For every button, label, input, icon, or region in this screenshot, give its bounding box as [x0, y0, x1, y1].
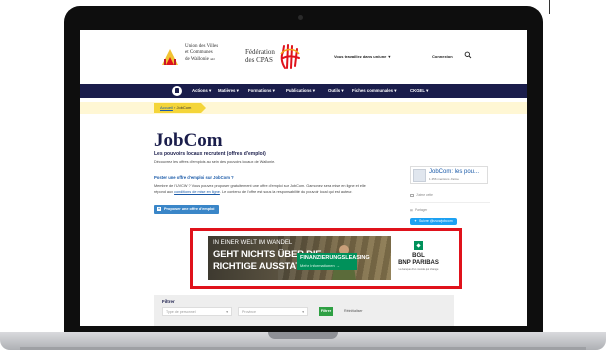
filter-panel: Filtrer Type de personnel ▾ Province ▾ Fil…: [154, 295, 454, 326]
home-icon[interactable]: [172, 86, 182, 96]
facebook-page-widget[interactable]: JobCom: les pou... 1 456 mentions J'aime: [410, 166, 488, 184]
facebook-share-label: Partager: [415, 208, 428, 212]
body-text-line: répond aux conditions de mise en ligne. …: [154, 190, 352, 194]
body-text-fragment: répond aux: [154, 190, 175, 194]
post-offer-button-label: Proposer une offre d'emploi: [164, 207, 215, 211]
nav-item-fiches-communales[interactable]: Fiches communales ▾: [352, 88, 396, 94]
facebook-page-name[interactable]: JobCom: les pou...: [429, 169, 479, 175]
body-text-fragment: . Le contenu de l'offre est sous la resp…: [219, 190, 353, 194]
advertisement-banner[interactable]: IN EINER WELT IM WANDEL GEHT NICHTS ÜBER…: [208, 236, 446, 280]
laptop-screen: Union des Villes et Communes de Wallonie…: [80, 30, 527, 326]
nav-item-label: Outils: [328, 88, 341, 93]
twitter-follow-label: Suivre @uvcwjobcom: [418, 219, 453, 223]
fed-cpas-logo-text[interactable]: Fédération des CPAS: [245, 48, 275, 64]
post-offer-button[interactable]: + Proposer une offre d'emploi: [154, 205, 220, 214]
site-header: Union des Villes et Communes de Wallonie…: [80, 30, 527, 84]
nav-item-label: Fiches communales: [352, 88, 394, 93]
share-icon: ▤: [410, 208, 414, 212]
chevron-down-icon: ▾: [226, 310, 228, 314]
search-icon[interactable]: [464, 51, 472, 59]
hand-logo-icon: [280, 44, 300, 69]
breadcrumb-current: JobCom: [176, 105, 192, 110]
bank-tagline: La banque d'un monde qui change: [398, 268, 439, 271]
uvcw-logo-line-text: de Wallonie: [185, 57, 209, 62]
facebook-page-thumbnail: [413, 169, 426, 182]
nav-item-matieres[interactable]: Matières ▾: [218, 88, 239, 94]
filter-title: Filtrer: [162, 299, 175, 304]
breadcrumb-home-link[interactable]: Accueil: [160, 105, 173, 110]
bank-logo-icon: [414, 241, 423, 250]
nav-item-publications[interactable]: Publications ▾: [286, 88, 315, 94]
ad-cta-link[interactable]: Mehr Informationen →: [300, 263, 340, 268]
chevron-down-icon: ▾: [302, 310, 304, 314]
nav-item-actions[interactable]: Actions ▾: [192, 88, 211, 94]
bank-name: BGL: [412, 253, 425, 259]
ad-headline-small: IN EINER WELT IM WANDEL: [213, 240, 293, 246]
select-placeholder: Province: [242, 310, 256, 314]
uvcw-logo-text[interactable]: Union des Villes et Communes de Wallonie…: [185, 44, 231, 63]
chevron-down-icon: ▾: [388, 54, 391, 59]
personnel-type-select[interactable]: Type de personnel ▾: [162, 307, 232, 316]
fed-logo-line: Fédération: [245, 48, 275, 56]
uvcw-logo-suffix: asbl: [210, 57, 215, 61]
facebook-like-button[interactable]: J'aime cette: [410, 193, 433, 197]
twitter-follow-button[interactable]: ✦ Suivre @uvcwjobcom: [410, 218, 457, 225]
uvcw-logo-icon[interactable]: [160, 45, 180, 67]
annotation-line: [549, 0, 550, 14]
fed-logo-line: des CPAS: [245, 56, 273, 64]
facebook-page-meta: 1 456 mentions J'aime: [429, 177, 459, 181]
nav-item-ckgel[interactable]: CKGEL ▾: [410, 88, 428, 94]
arrow-right-icon: →: [335, 263, 340, 268]
filter-submit-button[interactable]: Filtrer: [319, 307, 333, 316]
breadcrumb: Accueil › JobCom: [154, 103, 207, 113]
breadcrumb-band: Accueil › JobCom: [80, 102, 527, 114]
laptop-lid: Union des Villes et Communes de Wallonie…: [64, 6, 543, 338]
facebook-like-label: J'aime cette: [416, 193, 433, 197]
select-placeholder: Type de personnel: [166, 310, 196, 314]
post-offer-heading: Poster une offre d'emploi sur JobCom ?: [154, 175, 234, 180]
newsletter-label: Vous travaillez dans un/une: [334, 54, 387, 59]
nav-item-label: Publications: [286, 88, 312, 93]
like-icon: [410, 193, 414, 197]
nav-item-label: CKGEL: [410, 88, 425, 93]
webcam: [298, 15, 303, 20]
body-text-line: Membre de l'UVCW ? Vous pouvez proposer …: [154, 184, 366, 188]
laptop-base-notch: [268, 332, 338, 339]
page-subtitle: Les pouvoirs locaux recrutent (offres d'…: [154, 151, 266, 157]
main-nav: Actions ▾ Matières ▾ Formations ▾ Public…: [80, 84, 527, 98]
nav-item-formations[interactable]: Formations ▾: [248, 88, 275, 94]
bank-name: BNP PARIBAS: [398, 260, 439, 266]
province-select[interactable]: Province ▾: [238, 307, 308, 316]
nav-item-label: Actions: [192, 88, 208, 93]
photo-stage: Union des Villes et Communes de Wallonie…: [0, 0, 606, 350]
sidebar-divider: [410, 202, 490, 203]
twitter-bird-icon: ✦: [414, 219, 417, 223]
ad-cta-link-label: Mehr Informationen: [300, 263, 335, 268]
newsletter-dropdown[interactable]: Vous travaillez dans un/une ▾: [334, 54, 390, 59]
intro-text: Découvrez les offres d'emplois au sein d…: [154, 160, 276, 164]
nav-item-outils[interactable]: Outils ▾: [328, 88, 344, 94]
page-title: JobCom: [154, 130, 223, 151]
login-link[interactable]: Connexion: [432, 54, 453, 59]
nav-item-label: Formations: [248, 88, 272, 93]
filter-reset-link[interactable]: Réinitialiser: [344, 309, 363, 313]
plus-icon: +: [157, 206, 161, 211]
nav-item-label: Matières: [218, 88, 236, 93]
conditions-link[interactable]: conditions de mise en ligne: [174, 190, 220, 194]
ad-cta-title: FINANZIERUNGSLEASING: [300, 255, 370, 261]
ad-bank-panel: BGL BNP PARIBAS La banque d'un monde qui…: [391, 236, 446, 280]
facebook-share-link[interactable]: ▤ Partager: [410, 208, 427, 212]
uvcw-logo-line: de Wallonie asbl: [185, 56, 231, 63]
ad-cta-box[interactable]: FINANZIERUNGSLEASING Mehr Informationen …: [297, 253, 370, 270]
